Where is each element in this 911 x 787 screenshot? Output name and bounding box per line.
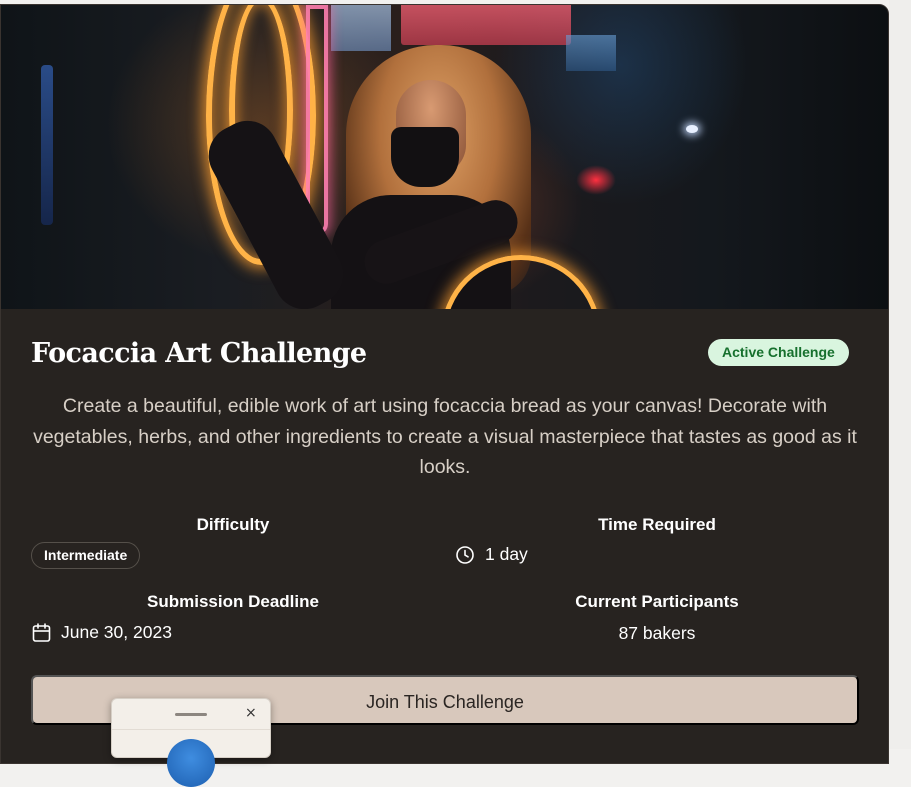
submission-deadline-value: June 30, 2023 [32, 622, 172, 643]
challenge-title: Focaccia Art Challenge [31, 338, 367, 369]
close-icon[interactable]: × [245, 705, 257, 721]
hero-sign-red [401, 5, 571, 45]
hero-red-light [576, 165, 616, 195]
hero-neon-pink [306, 5, 328, 235]
hero-sign-blue [331, 5, 391, 51]
hero-white-light [686, 125, 698, 133]
difficulty-badge: Intermediate [31, 542, 141, 569]
drag-handle[interactable] [175, 713, 207, 716]
time-required-label: Time Required [598, 515, 716, 534]
status-badge: Active Challenge [708, 339, 849, 366]
clock-icon [456, 545, 474, 564]
time-required-value: 1 day [455, 544, 528, 565]
submission-deadline-label: Submission Deadline [147, 592, 319, 611]
hero-person-mask [391, 127, 459, 187]
participants-value: 87 bakers [618, 623, 696, 643]
floating-mini-window[interactable]: × [111, 698, 271, 787]
calendar-icon [32, 622, 51, 642]
challenge-cover-image [1, 5, 888, 309]
page-background-strip [889, 0, 911, 749]
time-required-text: 1 day [485, 544, 528, 564]
avatar [167, 739, 215, 787]
challenge-description: Create a beautiful, edible work of art u… [33, 395, 857, 478]
mini-window-divider [112, 729, 270, 730]
participants-label: Current Participants [575, 592, 739, 611]
hero-light-strip [41, 65, 53, 225]
challenge-card: Focaccia Art Challenge Active Challenge … [0, 4, 889, 764]
submission-deadline-text: June 30, 2023 [61, 622, 172, 642]
difficulty-label: Difficulty [196, 515, 270, 534]
hero-sign-window [566, 35, 616, 71]
